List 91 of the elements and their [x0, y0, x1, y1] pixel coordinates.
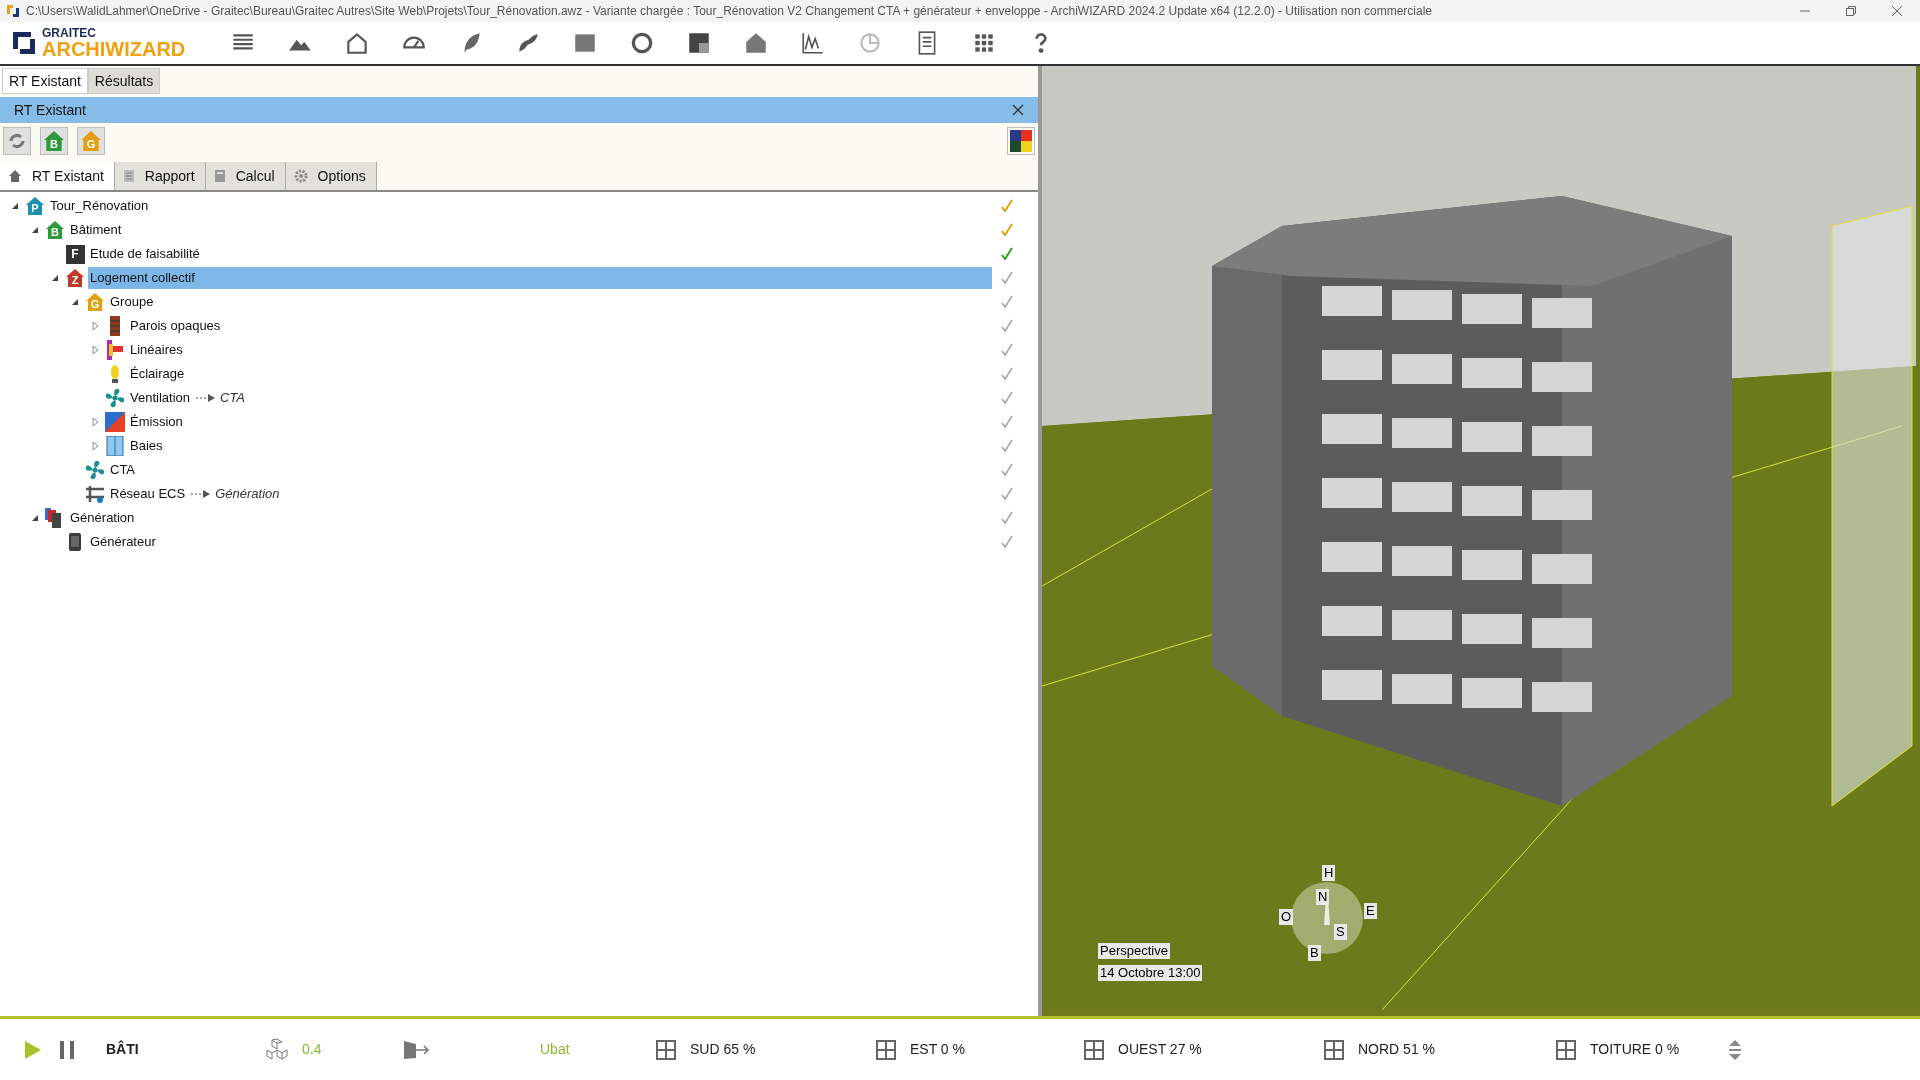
house-icon — [8, 169, 22, 183]
close-icon — [1892, 6, 1902, 16]
compass-south-label: S — [1334, 924, 1347, 940]
expand-collapse-icon[interactable] — [1727, 1038, 1743, 1061]
tree-item[interactable]: Tour_Rénovation — [48, 195, 992, 217]
house-icon[interactable] — [344, 30, 370, 56]
collapse-triangle-icon[interactable] — [31, 514, 39, 522]
compass-east-label: E — [1364, 903, 1377, 919]
logo-brand-text: GRAITEC — [42, 27, 97, 39]
tree-item[interactable]: Génération — [68, 507, 992, 529]
tree-item[interactable]: Ventilation CTA — [128, 387, 992, 409]
house-badge-icon: G — [85, 292, 105, 312]
logo-mark-icon — [10, 29, 38, 57]
refresh-icon — [7, 131, 27, 151]
cubes-icon — [264, 1037, 290, 1062]
compass-north-label: N — [1316, 889, 1330, 905]
orientation-ratio: NORD 51 % — [1358, 1040, 1436, 1059]
expand-triangle-icon[interactable] — [91, 346, 99, 354]
tree-item[interactable]: Éclairage — [128, 363, 992, 385]
letter-square-icon: F — [65, 244, 85, 264]
refresh-button[interactable] — [3, 127, 31, 155]
collapse-triangle-icon[interactable] — [51, 274, 59, 282]
dotted-arrow-icon — [195, 393, 217, 403]
compass-west-label: O — [1279, 909, 1294, 925]
expand-triangle-icon[interactable] — [91, 322, 99, 330]
compass-bottom-label: B — [1308, 945, 1321, 961]
window-pane-icon — [875, 1038, 897, 1061]
expand-triangle-icon[interactable] — [91, 442, 99, 450]
window-icon — [106, 436, 124, 456]
window-pane-icon — [1083, 1038, 1105, 1061]
fan-icon — [85, 460, 105, 480]
ubat-indicator: Ubat — [540, 1040, 571, 1059]
collapse-triangle-icon[interactable] — [11, 202, 19, 210]
collapse-triangle-icon[interactable] — [31, 226, 39, 234]
calculator-icon — [213, 169, 226, 183]
close-icon[interactable] — [1012, 104, 1024, 116]
main-tab[interactable]: Résultats — [87, 68, 161, 94]
logo-product-text: ARCHIWIZARD — [42, 39, 186, 59]
tree-item[interactable]: Réseau ECS Génération — [108, 483, 992, 505]
restore-icon — [1846, 6, 1856, 16]
sub-tab[interactable]: Rapport — [114, 162, 206, 190]
orientation-ratio: EST 0 % — [910, 1040, 965, 1059]
tree-item[interactable]: Parois opaques — [128, 315, 992, 337]
sub-tab[interactable]: RT Existant — [0, 162, 115, 190]
link-target-text: CTA — [220, 389, 246, 408]
tree-item[interactable]: Linéaires — [128, 339, 992, 361]
window-title: C:\Users\WalidLahmer\OneDrive - Graitec\Bureau\Graitec Autres\Site Web\Projets\Tour_Rénovation.awz - Variante chargée : Tour_Rénovation V2 Changement CTA + générateur + enveloppe - ArchiWIZARD 2024.2 Update x64 (12.2.0) - Utilisation non commerciale — [26, 3, 1433, 20]
pipe-network-icon — [85, 484, 105, 504]
thermal-bridge-icon — [106, 340, 124, 360]
pause-icon[interactable] — [58, 1039, 76, 1060]
mode-label: BÂTI — [106, 1039, 140, 1059]
expand-triangle-icon[interactable] — [91, 418, 99, 426]
emitter-icon — [105, 412, 125, 432]
app-icon — [6, 4, 20, 18]
door-arrow-icon — [402, 1038, 430, 1061]
color-legend-button[interactable] — [1007, 127, 1035, 155]
tree-item[interactable]: Groupe — [108, 291, 992, 313]
sub-tab[interactable]: Calcul — [205, 162, 286, 190]
collapse-triangle-icon[interactable] — [71, 298, 79, 306]
tree-item[interactable]: Générateur — [88, 531, 992, 553]
window-pane-icon — [655, 1038, 677, 1061]
ring-icon[interactable] — [629, 30, 655, 56]
tree-item[interactable]: Émission — [128, 411, 992, 433]
orientation-ratio: TOITURE 0 % — [1590, 1040, 1680, 1059]
panel-title: RT Existant — [14, 100, 86, 120]
tree-item[interactable]: CTA — [108, 459, 992, 481]
tree-item[interactable]: Baies — [128, 435, 992, 457]
tree-item[interactable]: Bâtiment — [68, 219, 992, 241]
orientation-ratio: OUEST 27 % — [1118, 1040, 1202, 1059]
house-badge-icon: P — [25, 196, 45, 216]
minimize-icon — [1800, 10, 1810, 12]
gear-icon — [293, 169, 308, 183]
orientation-ratio: SUD 65 % — [690, 1040, 756, 1059]
view-mode-label: Perspective — [1098, 943, 1170, 959]
date-time-label: 14 Octobre 13:00 — [1098, 965, 1203, 981]
tree-item[interactable]: Logement collectif — [88, 267, 992, 289]
fan-icon — [105, 388, 125, 408]
house-badge-icon: Z — [65, 268, 85, 288]
compass-top-label: H — [1322, 865, 1336, 881]
link-target-text: Génération — [215, 485, 280, 504]
window-pane-icon — [1555, 1038, 1577, 1061]
tree-item[interactable]: Etude de faisabilité — [88, 243, 992, 265]
document-icon — [122, 169, 135, 183]
house-badge-icon: B — [45, 220, 65, 240]
sub-tab[interactable]: Options — [285, 162, 377, 190]
compactness-value: 0.4 — [302, 1040, 323, 1059]
chart-icon[interactable] — [800, 30, 826, 56]
window-pane-icon — [1323, 1038, 1345, 1061]
squares-icon[interactable] — [686, 30, 712, 56]
boiler-icon — [68, 532, 82, 552]
main-tab[interactable]: RT Existant — [2, 68, 88, 94]
